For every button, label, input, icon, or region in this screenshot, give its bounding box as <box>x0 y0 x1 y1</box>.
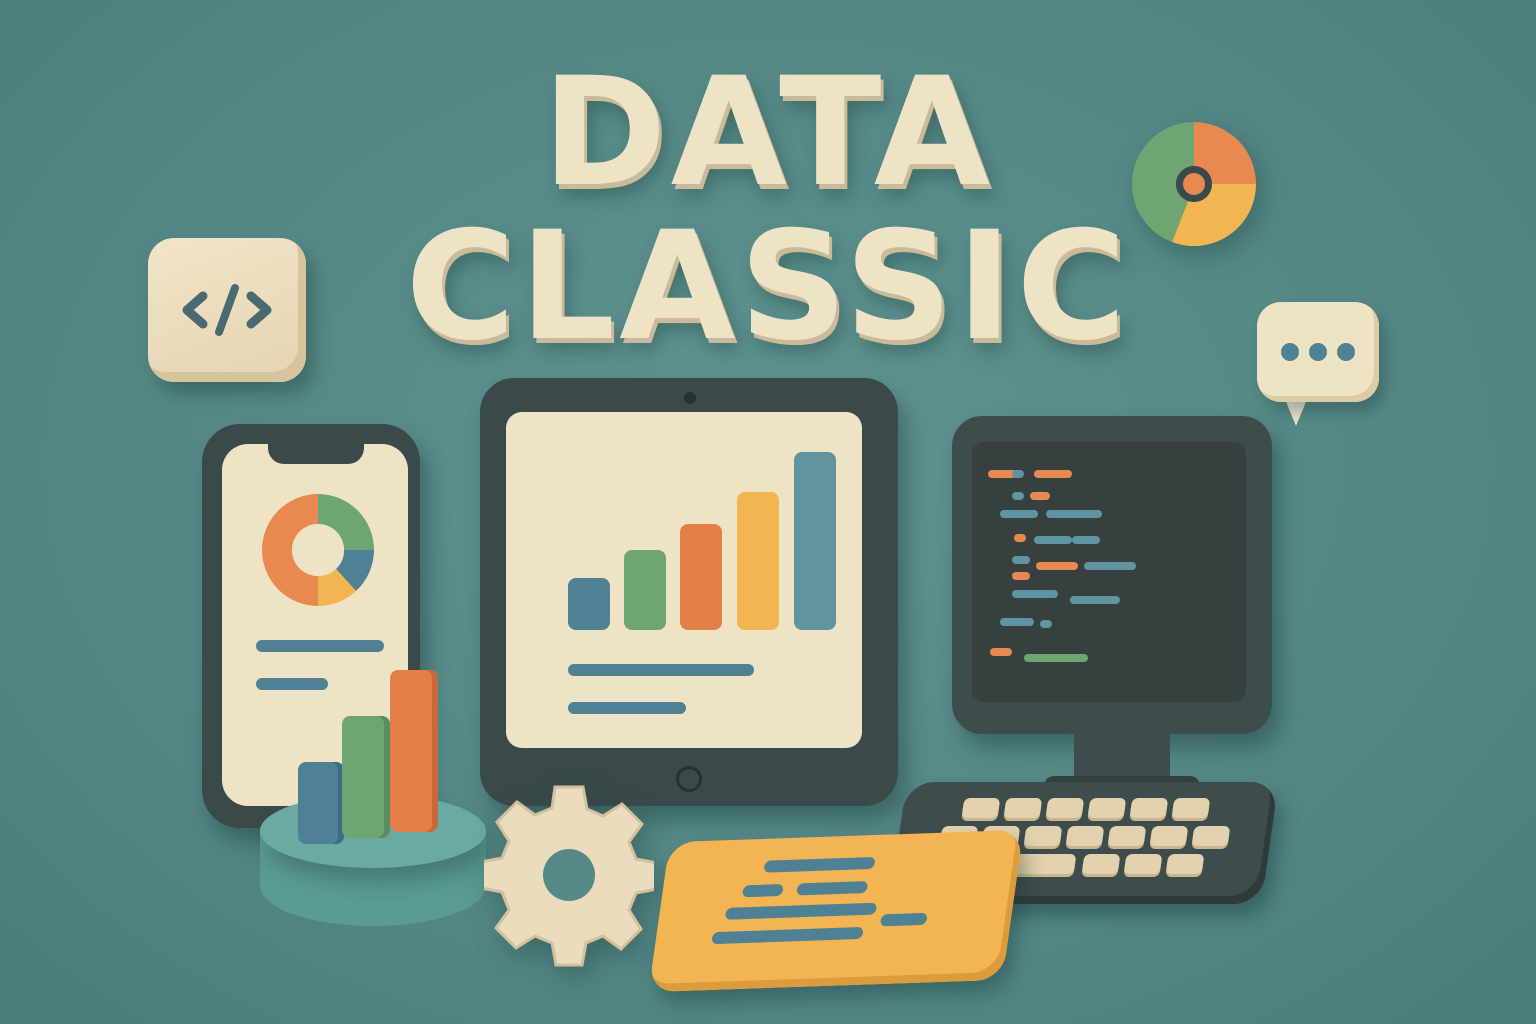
dot-icon <box>1337 343 1355 361</box>
gear-icon <box>484 785 654 967</box>
key <box>1149 826 1189 846</box>
dot-icon <box>1281 343 1299 361</box>
key <box>1191 826 1231 846</box>
card-text-line <box>796 881 869 896</box>
tablet-camera <box>684 392 696 404</box>
card-text-line <box>711 926 864 945</box>
card-text-line <box>763 856 876 873</box>
tablet-home-button <box>676 766 702 792</box>
key <box>1081 854 1121 874</box>
key <box>1129 798 1169 818</box>
phone-notch <box>268 440 364 464</box>
tablet-text-line <box>568 664 754 676</box>
key <box>1171 798 1211 818</box>
tablet-bar <box>680 524 722 630</box>
key <box>1065 826 1105 846</box>
card-text-line <box>741 883 784 898</box>
key <box>1165 854 1205 874</box>
tablet-bar <box>568 578 610 630</box>
phone-donut-chart <box>262 494 374 606</box>
bar-blue <box>298 762 344 844</box>
phone-text-line <box>256 678 328 690</box>
code-icon <box>148 238 306 382</box>
key <box>961 798 1001 818</box>
tablet-bar <box>794 452 836 630</box>
code-card <box>648 829 1024 993</box>
bar-orange <box>390 670 438 832</box>
phone-text-line <box>256 640 384 652</box>
key <box>1045 798 1085 818</box>
bar-green <box>342 716 390 838</box>
monitor-stand <box>1074 730 1170 782</box>
card-text-line <box>879 912 928 927</box>
key <box>1023 826 1063 846</box>
key <box>1003 798 1043 818</box>
tablet-bar <box>737 492 779 630</box>
dot-icon <box>1309 343 1327 361</box>
key <box>1087 798 1127 818</box>
title-line-1: DATA <box>542 46 994 220</box>
key <box>1107 826 1147 846</box>
tablet-text-line <box>568 702 686 714</box>
tablet-bar <box>624 550 666 630</box>
key <box>1123 854 1163 874</box>
speech-bubble-icon <box>1257 302 1379 402</box>
card-text-line <box>724 902 878 920</box>
code-lines <box>988 470 1136 662</box>
donut-chart-icon <box>1131 121 1256 247</box>
